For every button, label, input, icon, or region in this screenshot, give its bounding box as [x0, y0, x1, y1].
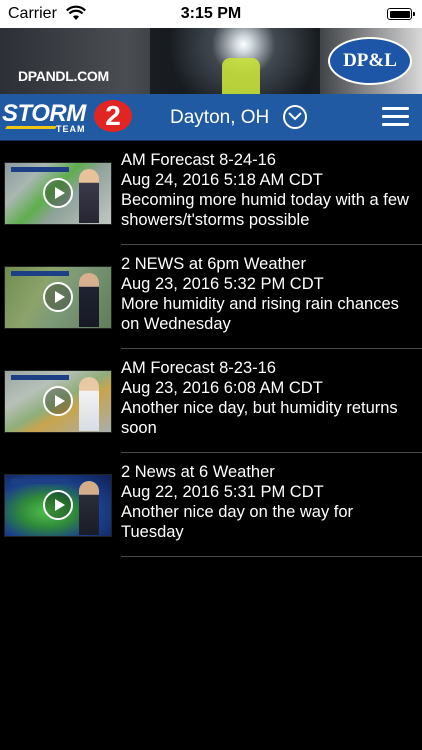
lightning-bolt-icon — [5, 126, 57, 129]
video-list-item[interactable]: 2 NEWS at 6pm Weather Aug 23, 2016 5:32 … — [0, 245, 422, 349]
video-title: 2 News at 6 Weather — [121, 463, 275, 481]
video-title: AM Forecast 8-24-16 — [121, 151, 276, 169]
video-thumbnail[interactable] — [4, 162, 112, 225]
app-header: STORM TEAM 2 Dayton, OH — [0, 94, 422, 141]
battery-icon — [387, 8, 415, 20]
brand-number-badge: 2 — [94, 100, 132, 132]
video-list-item[interactable]: AM Forecast 8-24-16 Aug 24, 2016 5:18 AM… — [0, 141, 422, 245]
divider — [121, 556, 422, 557]
video-title: AM Forecast 8-23-16 — [121, 359, 276, 377]
video-date: Aug 23, 2016 5:32 PM CDT — [121, 275, 324, 293]
video-list: AM Forecast 8-24-16 Aug 24, 2016 5:18 AM… — [0, 141, 422, 557]
video-description: Another nice day on the way for Tuesday — [121, 503, 354, 541]
video-description: Another nice day, but humidity returns s… — [121, 399, 398, 437]
location-selector[interactable]: Dayton, OH — [170, 107, 269, 129]
ad-banner[interactable]: DPANDL.COM DP&L — [0, 28, 422, 94]
video-thumbnail[interactable] — [4, 474, 112, 537]
video-description: More humidity and rising rain chances on… — [121, 295, 399, 333]
chevron-down-circle-icon[interactable] — [283, 105, 307, 129]
play-icon — [43, 490, 73, 520]
ad-url: DPANDL.COM — [18, 68, 109, 84]
play-icon — [43, 282, 73, 312]
play-icon — [43, 178, 73, 208]
video-date: Aug 22, 2016 5:31 PM CDT — [121, 483, 324, 501]
hamburger-menu-icon[interactable] — [382, 107, 409, 127]
video-list-item[interactable]: 2 News at 6 Weather Aug 22, 2016 5:31 PM… — [0, 453, 422, 557]
storm-team-2-logo: STORM TEAM 2 — [2, 100, 134, 134]
video-description: Becoming more humid today with a few sho… — [121, 191, 409, 229]
dpl-logo: DP&L — [328, 37, 412, 85]
video-thumbnail[interactable] — [4, 266, 112, 329]
video-date: Aug 23, 2016 6:08 AM CDT — [121, 379, 323, 397]
video-list-item[interactable]: AM Forecast 8-23-16 Aug 23, 2016 6:08 AM… — [0, 349, 422, 453]
video-date: Aug 24, 2016 5:18 AM CDT — [121, 171, 323, 189]
status-bar: Carrier 3:15 PM — [0, 0, 422, 28]
play-icon — [43, 386, 73, 416]
clock: 3:15 PM — [180, 5, 242, 22]
video-thumbnail[interactable] — [4, 370, 112, 433]
brand-team-text: TEAM — [56, 124, 86, 134]
video-title: 2 NEWS at 6pm Weather — [121, 255, 306, 273]
ad-worker-figure — [222, 58, 260, 94]
